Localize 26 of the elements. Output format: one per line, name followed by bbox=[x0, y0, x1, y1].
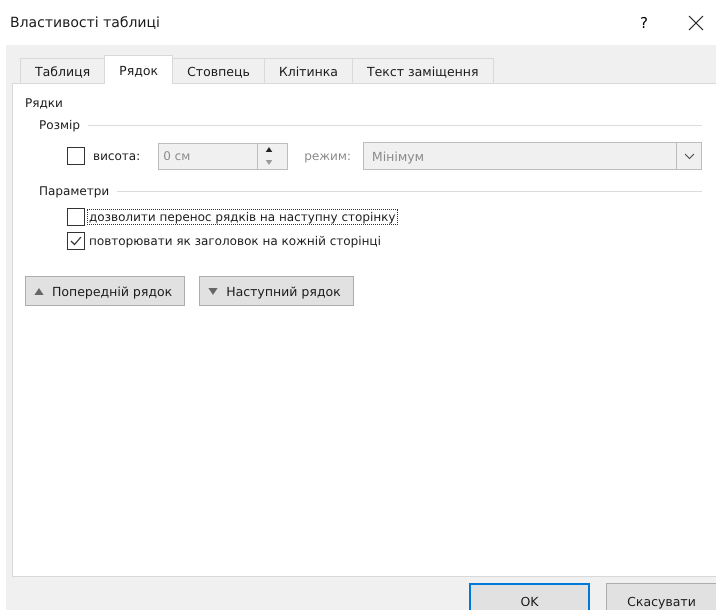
section-title: Рядки bbox=[25, 96, 64, 110]
group-title: Параметри bbox=[39, 184, 110, 198]
triangle-down-icon bbox=[208, 288, 218, 294]
mode-label: режим: bbox=[304, 149, 351, 163]
tab[interactable]: Текст заміщення bbox=[352, 58, 494, 83]
nav-button[interactable]: Наступний рядок bbox=[199, 276, 354, 306]
checkbox-label: висота: bbox=[93, 149, 140, 163]
checkbox[interactable] bbox=[67, 208, 85, 226]
checkmark-icon bbox=[70, 236, 82, 246]
chevron-down-icon bbox=[684, 152, 694, 160]
window-title: Властивості таблиці bbox=[10, 14, 161, 30]
triangle-down-icon bbox=[265, 160, 274, 165]
tab[interactable]: Рядок bbox=[104, 55, 174, 84]
close-icon bbox=[688, 14, 704, 30]
triangle-up-icon bbox=[265, 147, 274, 152]
triangle-up-icon bbox=[34, 288, 44, 294]
checkbox[interactable] bbox=[67, 147, 85, 165]
ok-button[interactable]: OK bbox=[469, 583, 590, 610]
tab[interactable]: Таблиця bbox=[20, 58, 106, 83]
nav-button[interactable]: Попередній рядок bbox=[25, 276, 186, 306]
checkbox[interactable] bbox=[67, 232, 85, 250]
group-title: Розмір bbox=[39, 118, 80, 132]
cancel-button[interactable]: Скасувати bbox=[606, 583, 716, 610]
help-button[interactable]: ? bbox=[624, 8, 664, 38]
checkbox-label: дозволити перенос рядків на наступну сторінку bbox=[87, 209, 398, 225]
checkbox-label: повторювати як заголовок на кожній сторінці bbox=[88, 233, 382, 249]
